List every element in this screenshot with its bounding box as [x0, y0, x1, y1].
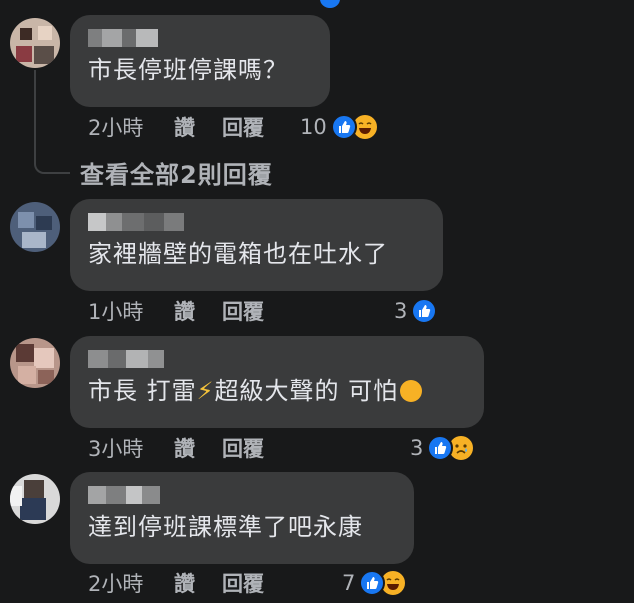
- like-button[interactable]: 讚: [174, 433, 222, 463]
- reaction-count: 10: [300, 115, 327, 139]
- comment-text: 市長停班停課嗎？: [88, 56, 288, 84]
- avatar[interactable]: [10, 338, 60, 388]
- comment-time[interactable]: 1小時: [88, 296, 174, 326]
- reaction-summary[interactable]: 10: [300, 112, 379, 142]
- thread-connector: [34, 70, 70, 174]
- reaction-summary[interactable]: 7: [342, 568, 408, 598]
- commenter-name[interactable]: [88, 350, 466, 368]
- like-button[interactable]: 讚: [174, 112, 222, 142]
- like-icon: [411, 298, 438, 324]
- lightning-icon: ⚡: [196, 377, 215, 405]
- reaction-summary[interactable]: 3: [410, 433, 476, 463]
- reaction-summary[interactable]: 3: [394, 296, 438, 326]
- like-icon: [320, 0, 340, 8]
- reply-button[interactable]: 回覆: [222, 568, 264, 598]
- comment-time[interactable]: 2小時: [88, 112, 174, 142]
- reaction-count: 7: [342, 571, 356, 595]
- comment-text: 達到停班課標準了吧永康: [88, 513, 363, 541]
- view-replies-link[interactable]: 查看全部2則回覆: [80, 155, 273, 190]
- reply-button[interactable]: 回覆: [222, 112, 264, 142]
- comments-panel: 市長停班停課嗎？ 2小時 讚 回覆 10 查看全部2則回覆 家裡牆壁的電箱也在吐…: [0, 0, 634, 603]
- comment-text-part: 超級大聲的 可怕: [214, 377, 399, 405]
- avatar[interactable]: [10, 18, 60, 68]
- comment-time[interactable]: 3小時: [88, 433, 174, 463]
- commenter-name[interactable]: [88, 486, 396, 504]
- comment-bubble: 達到停班課標準了吧永康: [70, 472, 414, 564]
- like-icon: [330, 114, 357, 140]
- comment-actions: 2小時 讚 回覆: [88, 568, 264, 598]
- comment-actions: 1小時 讚 回覆: [88, 296, 264, 326]
- avatar[interactable]: [10, 202, 60, 252]
- like-button[interactable]: 讚: [174, 296, 222, 326]
- sad-emoji-icon: [400, 380, 423, 402]
- comment-time[interactable]: 2小時: [88, 568, 174, 598]
- comment-bubble: 市長停班停課嗎？: [70, 15, 330, 107]
- reply-button[interactable]: 回覆: [222, 296, 264, 326]
- like-button[interactable]: 讚: [174, 568, 222, 598]
- comment-text: 市長 打雷⚡超級大聲的 可怕: [88, 376, 466, 406]
- comment-text-part: 市長 打雷: [88, 377, 197, 405]
- commenter-name[interactable]: [88, 213, 425, 231]
- comment-bubble: 市長 打雷⚡超級大聲的 可怕: [70, 336, 484, 428]
- avatar[interactable]: [10, 474, 60, 524]
- reaction-count: 3: [394, 299, 408, 323]
- reply-button[interactable]: 回覆: [222, 433, 264, 463]
- comment-bubble: 家裡牆壁的電箱也在吐水了: [70, 199, 443, 291]
- commenter-name[interactable]: [88, 29, 312, 47]
- comment-actions: 2小時 讚 回覆: [88, 112, 264, 142]
- comment-text: 家裡牆壁的電箱也在吐水了: [88, 240, 388, 268]
- reaction-count: 3: [410, 436, 424, 460]
- comment-actions: 3小時 讚 回覆: [88, 433, 264, 463]
